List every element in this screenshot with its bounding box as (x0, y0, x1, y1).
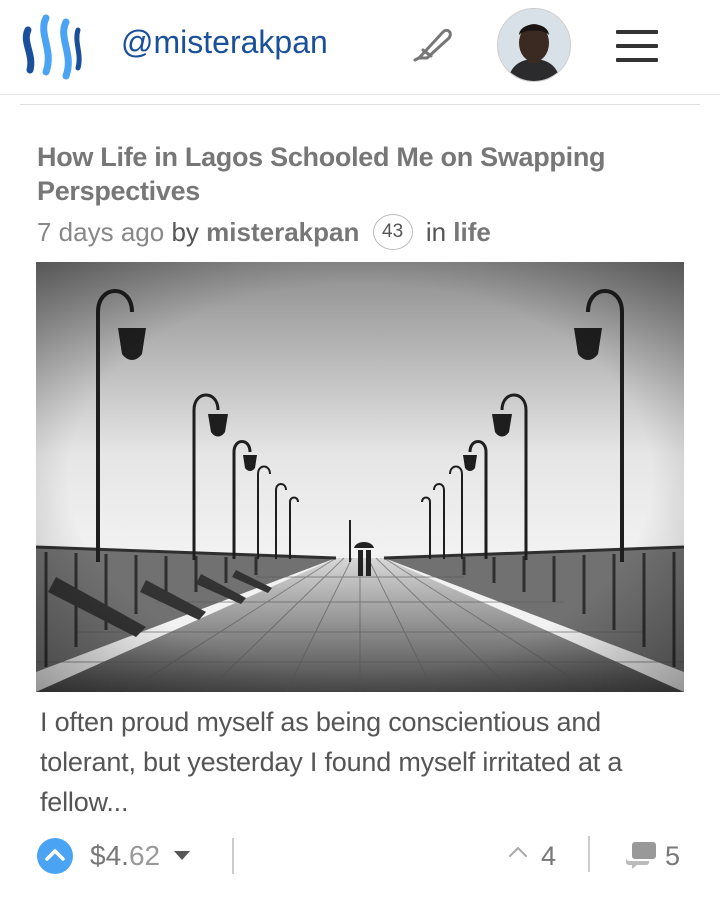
in-label: in (425, 217, 447, 247)
post-title[interactable]: How Life in Lagos Schooled Me on Swappin… (37, 140, 687, 208)
post-image[interactable] (36, 262, 684, 692)
by-label: by (171, 217, 199, 247)
chevron-up-icon[interactable] (508, 844, 528, 858)
comment-icon[interactable] (624, 840, 658, 870)
chevron-down-icon[interactable] (174, 851, 190, 860)
comment-count[interactable]: 5 (665, 837, 680, 875)
user-avatar-icon (498, 9, 570, 81)
divider (20, 104, 700, 105)
post-time[interactable]: 7 days ago (37, 217, 164, 247)
post-author[interactable]: misterakpan (206, 217, 359, 247)
post-meta: 7 days ago by misterakpan 43 in life (37, 212, 491, 252)
pen-icon[interactable] (413, 26, 455, 62)
hamburger-menu-icon[interactable] (616, 28, 658, 64)
post-excerpt[interactable]: I often proud myself as being conscienti… (40, 702, 690, 822)
top-bar: @misterakpan (0, 0, 720, 95)
avatar[interactable] (497, 8, 571, 82)
payout-amount[interactable]: $4.62 (90, 837, 160, 875)
chevron-up-icon (45, 849, 65, 861)
divider (232, 838, 234, 874)
vote-count[interactable]: 4 (541, 837, 556, 875)
payout-dollars: $4. (90, 840, 129, 871)
upvote-button[interactable] (37, 838, 73, 874)
payout-cents: 62 (128, 840, 161, 871)
steemit-logo-icon[interactable] (20, 10, 86, 80)
divider (588, 836, 590, 872)
post-category[interactable]: life (453, 217, 491, 247)
reputation-badge: 43 (372, 214, 413, 251)
account-handle[interactable]: @misterakpan (121, 22, 328, 62)
